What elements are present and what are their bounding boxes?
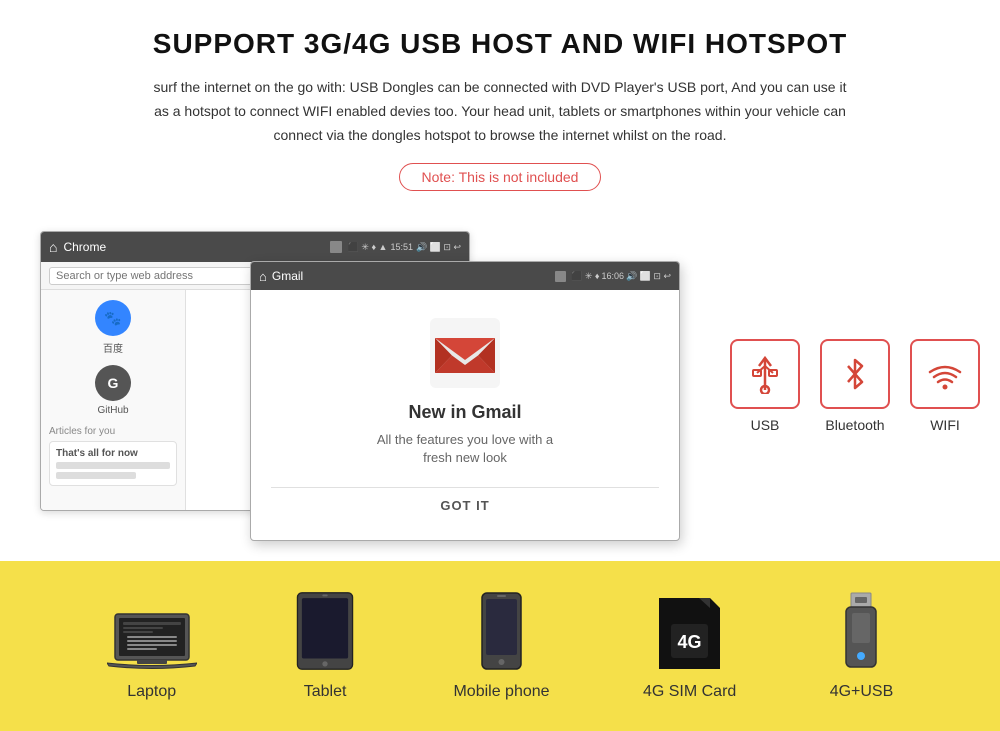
browser-stop-icon: [330, 241, 342, 253]
browser-tab-title: Chrome: [63, 240, 323, 254]
mobile-label: Mobile phone: [453, 683, 549, 701]
laptop-icon: [107, 606, 197, 671]
usb-symbol-icon: [745, 354, 785, 394]
sim-symbol-icon: 4G: [657, 596, 722, 671]
bottom-section: Laptop Tablet Mobile phone: [0, 561, 1000, 731]
home-icon: ⌂: [49, 239, 57, 255]
gmail-content: New in Gmail All the features you love w…: [251, 290, 679, 540]
usb-icon-box: [730, 339, 800, 409]
mobile-icon: [479, 591, 524, 671]
tablet-symbol-icon: [290, 591, 360, 671]
usb-stick-label: 4G+USB: [830, 683, 894, 701]
description-text: surf the internet on the go with: USB Do…: [150, 76, 850, 147]
usb-stick-symbol-icon: [836, 591, 886, 671]
gmail-time: 16:06: [601, 271, 624, 281]
gmail-status-icons: ⬛ ✳ ♦ 16:06 🔊 ⬜ ⊡ ↩: [571, 271, 671, 282]
browser-status-icons: ⬛ ✳ ♦ ▲ 15:51 🔊 ⬜ ⊡ ↩: [348, 242, 461, 253]
usb-label: USB: [751, 417, 780, 433]
blurred-text-2: [56, 472, 136, 479]
gmail-got-it-button[interactable]: GOT IT: [440, 498, 489, 513]
gmail-tab-title: Gmail: [272, 269, 550, 283]
bluetooth-icon-item: Bluetooth: [820, 339, 890, 433]
device-laptop: Laptop: [107, 606, 197, 701]
gmail-logo-icon: [430, 318, 500, 388]
top-section: SUPPORT 3G/4G USB HOST AND WIFI HOTSPOT …: [0, 0, 1000, 231]
app-icon-github: G GitHub: [49, 365, 177, 416]
gmail-subtitle: All the features you love with a fresh n…: [365, 431, 565, 467]
wifi-icon-box: [910, 339, 980, 409]
usb-stick-icon: [836, 591, 886, 671]
bluetooth-icon-box: [820, 339, 890, 409]
middle-section: ⌂ Chrome ⬛ ✳ ♦ ▲ 15:51 🔊 ⬜ ⊡ ↩ ⧉ ⋮ 🐾: [0, 231, 1000, 561]
sim-icon: 4G: [657, 596, 722, 671]
app-icon-baidu: 🐾 百度: [49, 300, 177, 355]
thats-all-box: That's all for now: [49, 441, 177, 486]
gmail-stop-icon: [555, 271, 566, 282]
laptop-label: Laptop: [127, 683, 176, 701]
connection-icons-section: USB Bluetooth: [730, 339, 980, 433]
blurred-text-1: [56, 462, 170, 469]
conn-icons-row: USB Bluetooth: [730, 339, 980, 433]
sim-label: 4G SIM Card: [643, 683, 736, 701]
device-mobile: Mobile phone: [453, 591, 549, 701]
note-box: Note: This is not included: [399, 163, 602, 191]
gmail-home-icon: ⌂: [259, 269, 267, 284]
gmail-statusbar: ⌂ Gmail ⬛ ✳ ♦ 16:06 🔊 ⬜ ⊡ ↩: [251, 262, 679, 290]
wifi-symbol-icon: [925, 354, 965, 394]
device-usb-stick: 4G+USB: [830, 591, 894, 701]
usb-icon-item: USB: [730, 339, 800, 433]
browser-statusbar: ⌂ Chrome ⬛ ✳ ♦ ▲ 15:51 🔊 ⬜ ⊡ ↩: [41, 232, 469, 262]
articles-label: Articles for you: [49, 426, 177, 437]
phone-mockup: ⌂ Chrome ⬛ ✳ ♦ ▲ 15:51 🔊 ⬜ ⊡ ↩ ⧉ ⋮ 🐾: [40, 231, 700, 541]
wifi-icon-item: WIFI: [910, 339, 980, 433]
tablet-icon: [290, 591, 360, 671]
tablet-label: Tablet: [304, 683, 347, 701]
laptop-symbol-icon: [107, 606, 197, 671]
bluetooth-label: Bluetooth: [825, 417, 884, 433]
device-tablet: Tablet: [290, 591, 360, 701]
page-title: SUPPORT 3G/4G USB HOST AND WIFI HOTSPOT: [60, 28, 940, 60]
wifi-label: WIFI: [930, 417, 960, 433]
gmail-title: New in Gmail: [408, 402, 521, 423]
gmail-divider: [271, 487, 659, 488]
svg-text:4G: 4G: [678, 632, 702, 652]
browser-time: 15:51: [390, 242, 413, 252]
browser-sidebar: 🐾 百度 G GitHub Articles for you That's al…: [41, 290, 186, 510]
bluetooth-symbol-icon: [835, 354, 875, 394]
device-sim: 4G 4G SIM Card: [643, 596, 736, 701]
gmail-window: ⌂ Gmail ⬛ ✳ ♦ 16:06 🔊 ⬜ ⊡ ↩: [250, 261, 680, 541]
mobile-symbol-icon: [479, 591, 524, 671]
